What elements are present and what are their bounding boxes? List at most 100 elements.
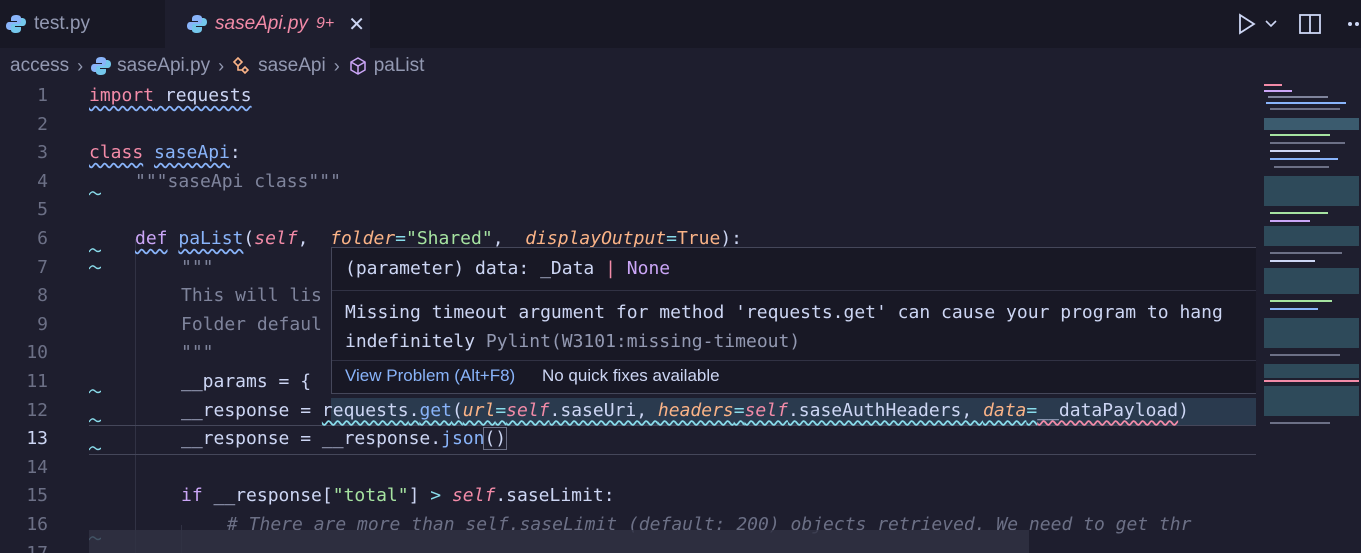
- parameter: data: [983, 399, 1027, 421]
- line-number: 1: [37, 85, 48, 106]
- code-line: 2: [0, 111, 1256, 140]
- more-actions-icon[interactable]: [1347, 21, 1361, 27]
- tab-saseapi-py[interactable]: saseApi.py 9+ ✕: [165, 0, 370, 48]
- keyword: def: [135, 228, 168, 249]
- code-line: 13 __response = __response.json(): [0, 425, 1256, 454]
- line-number: 5: [37, 199, 48, 221]
- split-editor-icon[interactable]: [1299, 14, 1321, 34]
- view-problem-link[interactable]: View Problem (Alt+F8): [345, 366, 515, 385]
- divider: [332, 360, 1259, 361]
- breadcrumb-item-class[interactable]: saseApi: [258, 55, 326, 77]
- keyword: if: [181, 485, 203, 507]
- minimap-block: [1264, 268, 1359, 294]
- minimap-line: [1264, 90, 1292, 92]
- code-text: ):: [720, 228, 743, 249]
- operator: =: [395, 228, 406, 249]
- tab-test-py[interactable]: test.py: [0, 0, 165, 48]
- module: requests: [321, 399, 409, 421]
- minimap-line: [1274, 166, 1329, 168]
- run-icon[interactable]: [1237, 13, 1257, 35]
- boolean: True: [676, 228, 721, 249]
- code-line: 14: [0, 454, 1256, 483]
- code-text: ): [1178, 399, 1189, 421]
- minimap-line: [1270, 252, 1342, 254]
- code-text: .saseUri,: [549, 399, 658, 421]
- chevron-down-icon[interactable]: [1265, 19, 1277, 29]
- code-text: .saseLimit:: [495, 485, 615, 507]
- variable: __response: [181, 428, 290, 450]
- breadcrumb-item-method[interactable]: paList: [374, 55, 425, 77]
- line-number: 12: [26, 399, 48, 421]
- line-number: 2: [37, 113, 48, 135]
- tab-bar: test.py saseApi.py 9+ ✕: [0, 0, 1361, 48]
- string: "total": [332, 485, 409, 507]
- operator: =: [666, 228, 677, 249]
- breadcrumb-item-file[interactable]: saseApi.py: [117, 55, 210, 77]
- signature-type: None: [615, 258, 671, 279]
- function-call: get: [419, 399, 452, 421]
- docstring: """: [181, 342, 214, 364]
- minimap-line: [1264, 84, 1282, 86]
- minimap[interactable]: [1256, 82, 1361, 553]
- diagnostic-source: Pylint(W3101:missing-timeout): [485, 331, 801, 352]
- code-text: .: [430, 428, 442, 450]
- function-call: json: [441, 428, 485, 450]
- tab-label: saseApi.py: [215, 13, 308, 34]
- line-number: 7: [37, 256, 48, 278]
- minimap-line: [1270, 308, 1318, 310]
- parameter: headers: [657, 399, 734, 421]
- editor-actions: [1237, 0, 1361, 48]
- python-icon: [187, 15, 207, 33]
- code-text: =: [289, 428, 322, 450]
- code-line: 5: [0, 196, 1256, 225]
- operator: =: [733, 399, 745, 421]
- docstring: Folder defaul: [181, 313, 322, 335]
- warning-squiggle: [89, 264, 101, 269]
- minimap-line: [1270, 134, 1330, 136]
- code-text: __response[: [202, 485, 333, 507]
- minimap-selection: [1264, 118, 1359, 130]
- minimap-line: [1270, 212, 1328, 214]
- operator: =: [495, 399, 507, 421]
- code-text: ,: [297, 228, 320, 249]
- line-number: 11: [26, 371, 48, 392]
- hover-tooltip: (parameter) data: _Data | None Missing t…: [331, 247, 1260, 394]
- matched-brackets: (): [483, 427, 508, 451]
- self-keyword: self: [254, 228, 298, 249]
- minimap-block: [1264, 364, 1359, 378]
- keyword: class: [89, 142, 144, 164]
- breadcrumb-item-access[interactable]: access: [10, 55, 69, 77]
- variable: __params: [181, 371, 268, 392]
- minimap-line: [1270, 142, 1345, 144]
- warning-squiggle: [89, 190, 101, 196]
- minimap-line: [1270, 300, 1332, 302]
- code-text: .saseAuthHeaders,: [787, 399, 984, 421]
- code-text: =: [289, 399, 322, 421]
- minimap-block: [1264, 386, 1359, 416]
- line-number: 6: [37, 228, 48, 249]
- docstring: """saseApi class""": [135, 170, 341, 192]
- divider: [332, 290, 1259, 291]
- minimap-line: [1270, 260, 1315, 262]
- warning-squiggle: [89, 417, 101, 422]
- minimap-block: [1264, 318, 1359, 348]
- method-icon: [349, 57, 366, 75]
- line-number: 8: [37, 285, 48, 307]
- minimap-block: [1264, 226, 1359, 246]
- self-keyword: self: [744, 399, 788, 421]
- operator: =: [1026, 399, 1038, 421]
- code-line: 1 import requests: [0, 82, 1256, 111]
- code-line: 4 """saseApi class""": [0, 168, 1256, 197]
- minimap-line: [1270, 220, 1310, 222]
- close-icon[interactable]: ✕: [348, 12, 365, 37]
- keyword: import: [89, 85, 155, 106]
- minimap-line: [1270, 158, 1338, 160]
- line-number: 10: [26, 342, 48, 364]
- hover-actions: View Problem (Alt+F8) No quick fixes ava…: [345, 366, 720, 386]
- variable: __dataPayload: [1037, 399, 1179, 421]
- breadcrumb-separator: ›: [77, 55, 84, 76]
- code-text: = {: [267, 371, 312, 392]
- horizontal-scrollbar[interactable]: [89, 530, 1029, 553]
- class-icon: [232, 56, 250, 75]
- minimap-block: [1264, 176, 1359, 206]
